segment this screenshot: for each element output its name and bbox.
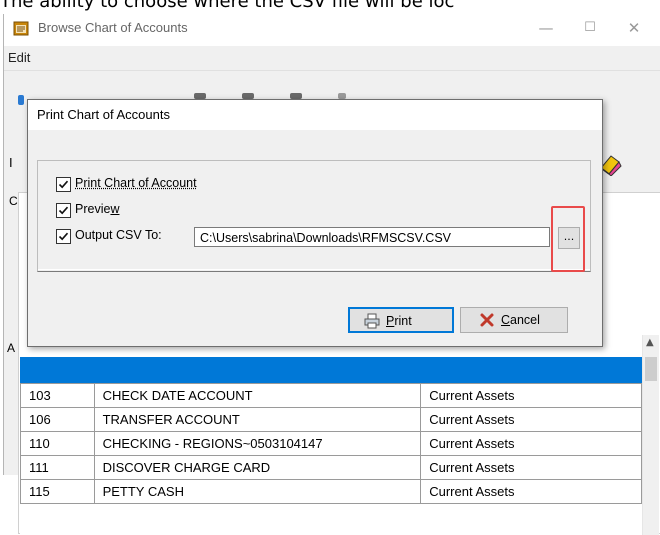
- print-chart-checkbox[interactable]: [56, 177, 71, 192]
- group-divider: [38, 269, 590, 270]
- maximize-button[interactable]: ☐: [576, 18, 604, 38]
- print-label-rest: rint: [394, 314, 412, 328]
- account-type: Current Assets: [420, 407, 642, 432]
- account-description: TRANSFER ACCOUNT: [93, 407, 422, 432]
- account-type: Current Assets: [420, 383, 642, 408]
- window-title: Browse Chart of Accounts: [38, 20, 188, 35]
- instruction-caption: The ability to choose where the CSV file…: [0, 0, 455, 12]
- preview-label[interactable]: Preview: [75, 202, 119, 216]
- preview-label-accelerator: w: [110, 202, 120, 216]
- account-number: 106: [20, 407, 95, 432]
- account-type: Current Assets: [420, 455, 642, 480]
- account-description: CHECK DATE ACCOUNT: [93, 383, 422, 408]
- window-titlebar[interactable]: Browse Chart of Accounts — ☐ ✕: [4, 14, 660, 44]
- account-number: 110: [20, 431, 95, 456]
- table-row[interactable]: 110 CHECKING - REGIONS~0503104147 Curren…: [20, 431, 642, 456]
- print-chart-of-accounts-dialog: Print Chart of Accounts Print Chart of A…: [27, 99, 603, 347]
- cancel-label-rest: ancel: [510, 313, 540, 327]
- minimize-button[interactable]: —: [532, 18, 560, 38]
- dialog-titlebar[interactable]: Print Chart of Accounts: [28, 100, 602, 130]
- table-row[interactable]: 111 DISCOVER CHARGE CARD Current Assets: [20, 455, 642, 480]
- preview-checkbox[interactable]: [56, 203, 71, 218]
- selected-row[interactable]: [20, 357, 642, 383]
- account-description: CHECKING - REGIONS~0503104147: [93, 431, 422, 456]
- printer-icon: [364, 313, 380, 329]
- menu-item-edit[interactable]: Edit: [8, 50, 30, 65]
- menu-bar: Edit: [4, 46, 660, 71]
- dialog-title: Print Chart of Accounts: [37, 107, 170, 122]
- checkmark-icon: [58, 232, 69, 241]
- close-button[interactable]: ✕: [620, 18, 648, 38]
- scroll-thumb[interactable]: [645, 357, 657, 381]
- toolbar-icon-partial[interactable]: [18, 95, 24, 105]
- highlight-annotation: [551, 206, 585, 272]
- cancel-button[interactable]: Cancel: [460, 307, 568, 333]
- app-icon: [13, 21, 29, 36]
- cancel-x-icon: [480, 313, 494, 327]
- output-csv-checkbox[interactable]: [56, 229, 71, 244]
- account-description: DISCOVER CHARGE CARD: [93, 455, 422, 480]
- account-number: 111: [20, 455, 95, 480]
- account-number: 115: [20, 479, 95, 504]
- table-row[interactable]: 106 TRANSFER ACCOUNT Current Assets: [20, 407, 642, 432]
- preview-label-prefix: Previe: [75, 202, 111, 216]
- account-description: PETTY CASH: [93, 479, 422, 504]
- table-row[interactable]: 103 CHECK DATE ACCOUNT Current Assets: [20, 383, 642, 408]
- print-chart-label[interactable]: Print Chart of Account: [75, 176, 197, 190]
- vertical-scrollbar[interactable]: ▲: [642, 335, 659, 535]
- account-type: Current Assets: [420, 479, 642, 504]
- accounts-table: 103 CHECK DATE ACCOUNT Current Assets 10…: [20, 383, 642, 504]
- csv-path-input[interactable]: C:\Users\sabrina\Downloads\RFMSCSV.CSV: [194, 227, 550, 247]
- table-row[interactable]: 115 PETTY CASH Current Assets: [20, 479, 642, 504]
- scroll-up-arrow-icon[interactable]: ▲: [646, 337, 654, 348]
- browse-chart-of-accounts-window: Browse Chart of Accounts — ☐ ✕ Edit I C …: [3, 14, 660, 535]
- cancel-accelerator: C: [501, 313, 511, 327]
- checkmark-icon: [58, 206, 69, 215]
- grid-header-fragment: A: [7, 341, 16, 355]
- print-button-label: Print: [386, 314, 412, 328]
- hidden-tab-fragment[interactable]: C: [9, 194, 18, 208]
- hidden-label-fragment: I: [9, 155, 13, 170]
- output-csv-label[interactable]: Output CSV To:: [75, 228, 162, 242]
- account-number: 103: [20, 383, 95, 408]
- print-button[interactable]: Print: [348, 307, 454, 333]
- cancel-button-label: Cancel: [501, 313, 540, 327]
- account-type: Current Assets: [420, 431, 642, 456]
- checkmark-icon: [58, 180, 69, 189]
- accounts-grid: 103 CHECK DATE ACCOUNT Current Assets 10…: [20, 335, 659, 535]
